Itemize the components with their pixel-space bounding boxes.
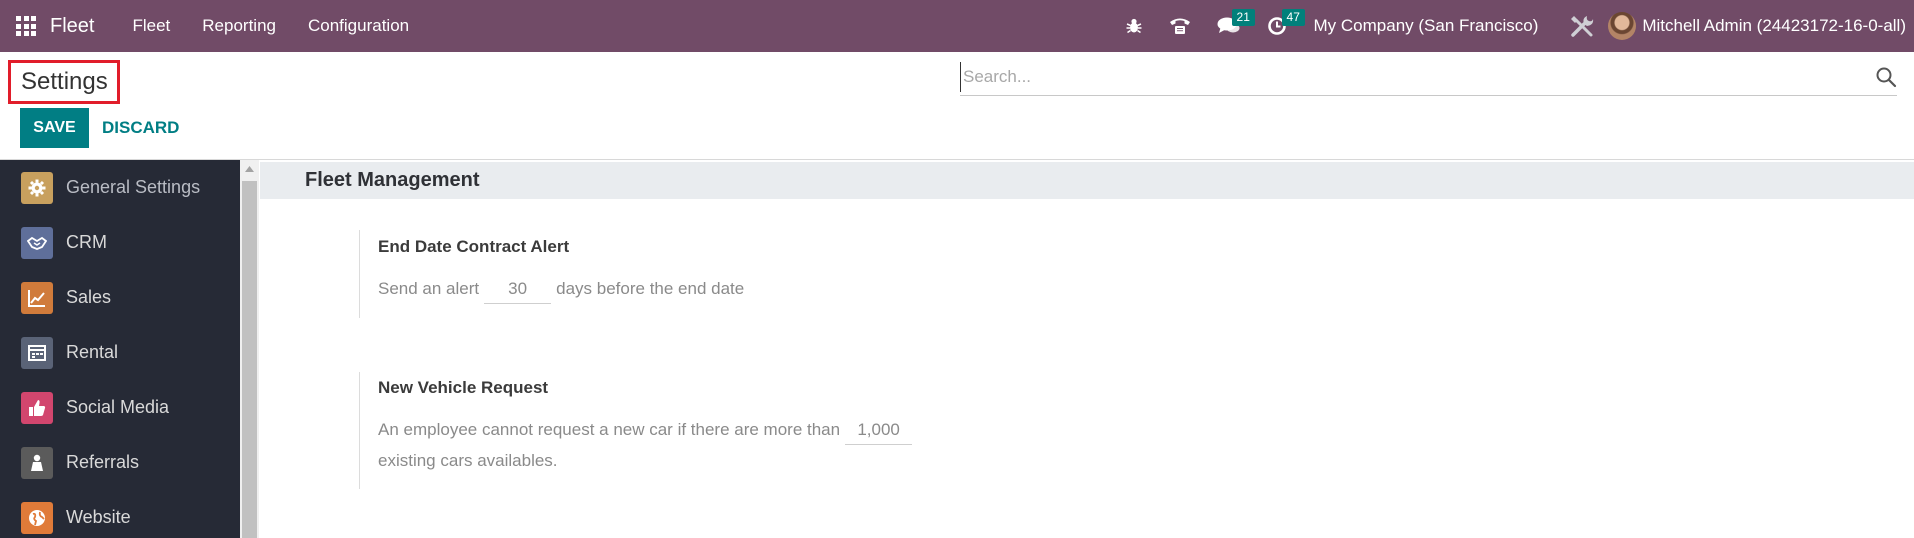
debug-bug-icon[interactable] — [1112, 0, 1156, 52]
sidebar-scrollbar[interactable] — [240, 160, 259, 538]
sidebar-item-label: CRM — [66, 232, 107, 252]
scrollbar-thumb[interactable] — [242, 181, 257, 538]
setting-description: Send an alert days before the end date — [378, 274, 744, 304]
setting-text-before: An employee cannot request a new car if … — [378, 420, 841, 439]
user-menu[interactable]: Mitchell Admin (24423172-16-0-all) — [1642, 16, 1914, 36]
page-title: Settings — [8, 60, 120, 104]
app-brand[interactable]: Fleet — [50, 15, 94, 38]
setting-title: End Date Contract Alert — [378, 237, 570, 256]
alert-days-input[interactable] — [484, 274, 552, 304]
sidebar-item-referrals[interactable]: Referrals — [0, 435, 240, 490]
phone-icon[interactable] — [1156, 0, 1204, 52]
gear-icon — [21, 171, 53, 204]
sidebar-item-label: Rental — [66, 342, 119, 362]
sidebar-item-crm[interactable]: CRM — [0, 215, 240, 270]
person-icon — [21, 446, 53, 479]
user-avatar[interactable] — [1608, 12, 1637, 40]
setting-new-vehicle-request: New Vehicle Request An employee cannot r… — [359, 372, 917, 489]
sidebar-item-social-media[interactable]: Social Media — [0, 380, 240, 435]
clock-icon[interactable]: 47 — [1254, 0, 1305, 52]
sidebar-item-label: Website — [66, 507, 131, 527]
systray: 21 47 My Company (San Francisco) Mitchel… — [1112, 0, 1914, 52]
handshake-icon — [21, 226, 53, 259]
sidebar-item-rental[interactable]: Rental — [0, 325, 240, 380]
chat-icon[interactable]: 21 — [1204, 0, 1255, 52]
search-input[interactable] — [960, 62, 1860, 92]
setting-text-after: days before the end date — [556, 279, 745, 298]
discard-button[interactable]: DISCARD — [92, 108, 189, 148]
tools-icon[interactable] — [1556, 0, 1608, 52]
thumbs-up-icon — [21, 391, 53, 424]
globe-icon — [21, 501, 53, 534]
search-bar — [960, 62, 1897, 96]
menu-item-configuration[interactable]: Configuration — [292, 0, 425, 52]
max-cars-input[interactable] — [845, 415, 913, 445]
activities-count-badge: 47 — [1281, 9, 1305, 26]
save-button[interactable]: SAVE — [20, 108, 89, 148]
main-menu: Fleet Reporting Configuration — [116, 0, 425, 52]
apps-grid-icon[interactable] — [16, 16, 36, 36]
control-panel-divider — [0, 159, 1914, 160]
menu-item-fleet[interactable]: Fleet — [116, 0, 186, 52]
setting-description: An employee cannot request a new car if … — [378, 415, 917, 445]
chart-line-icon — [21, 281, 53, 314]
setting-text-after: existing cars availables. — [378, 451, 558, 470]
search-icon[interactable] — [1875, 66, 1897, 88]
messages-count-badge: 21 — [1231, 9, 1255, 26]
calendar-icon — [21, 336, 53, 369]
menu-item-reporting[interactable]: Reporting — [186, 0, 292, 52]
setting-text-before: Send an alert — [378, 279, 480, 298]
sidebar-item-website[interactable]: Website — [0, 490, 240, 538]
sidebar-item-label: Sales — [66, 287, 112, 307]
sidebar-item-sales[interactable]: Sales — [0, 270, 240, 325]
sidebar-item-label: General Settings — [66, 177, 201, 197]
setting-end-date-contract-alert: End Date Contract Alert Send an alert da… — [359, 230, 744, 318]
sidebar-item-label: Referrals — [66, 452, 140, 472]
settings-sidebar: General Settings CRM Sales Rental Social… — [0, 160, 240, 538]
section-title: Fleet Management — [260, 162, 1914, 199]
scroll-up-arrow-icon[interactable] — [240, 160, 259, 177]
company-switcher[interactable]: My Company (San Francisco) — [1300, 16, 1557, 36]
setting-title: New Vehicle Request — [378, 378, 549, 397]
top-navbar: Fleet Fleet Reporting Configuration 21 4… — [0, 0, 1914, 52]
sidebar-item-label: Social Media — [66, 397, 170, 417]
sidebar-item-general-settings[interactable]: General Settings — [0, 160, 240, 215]
